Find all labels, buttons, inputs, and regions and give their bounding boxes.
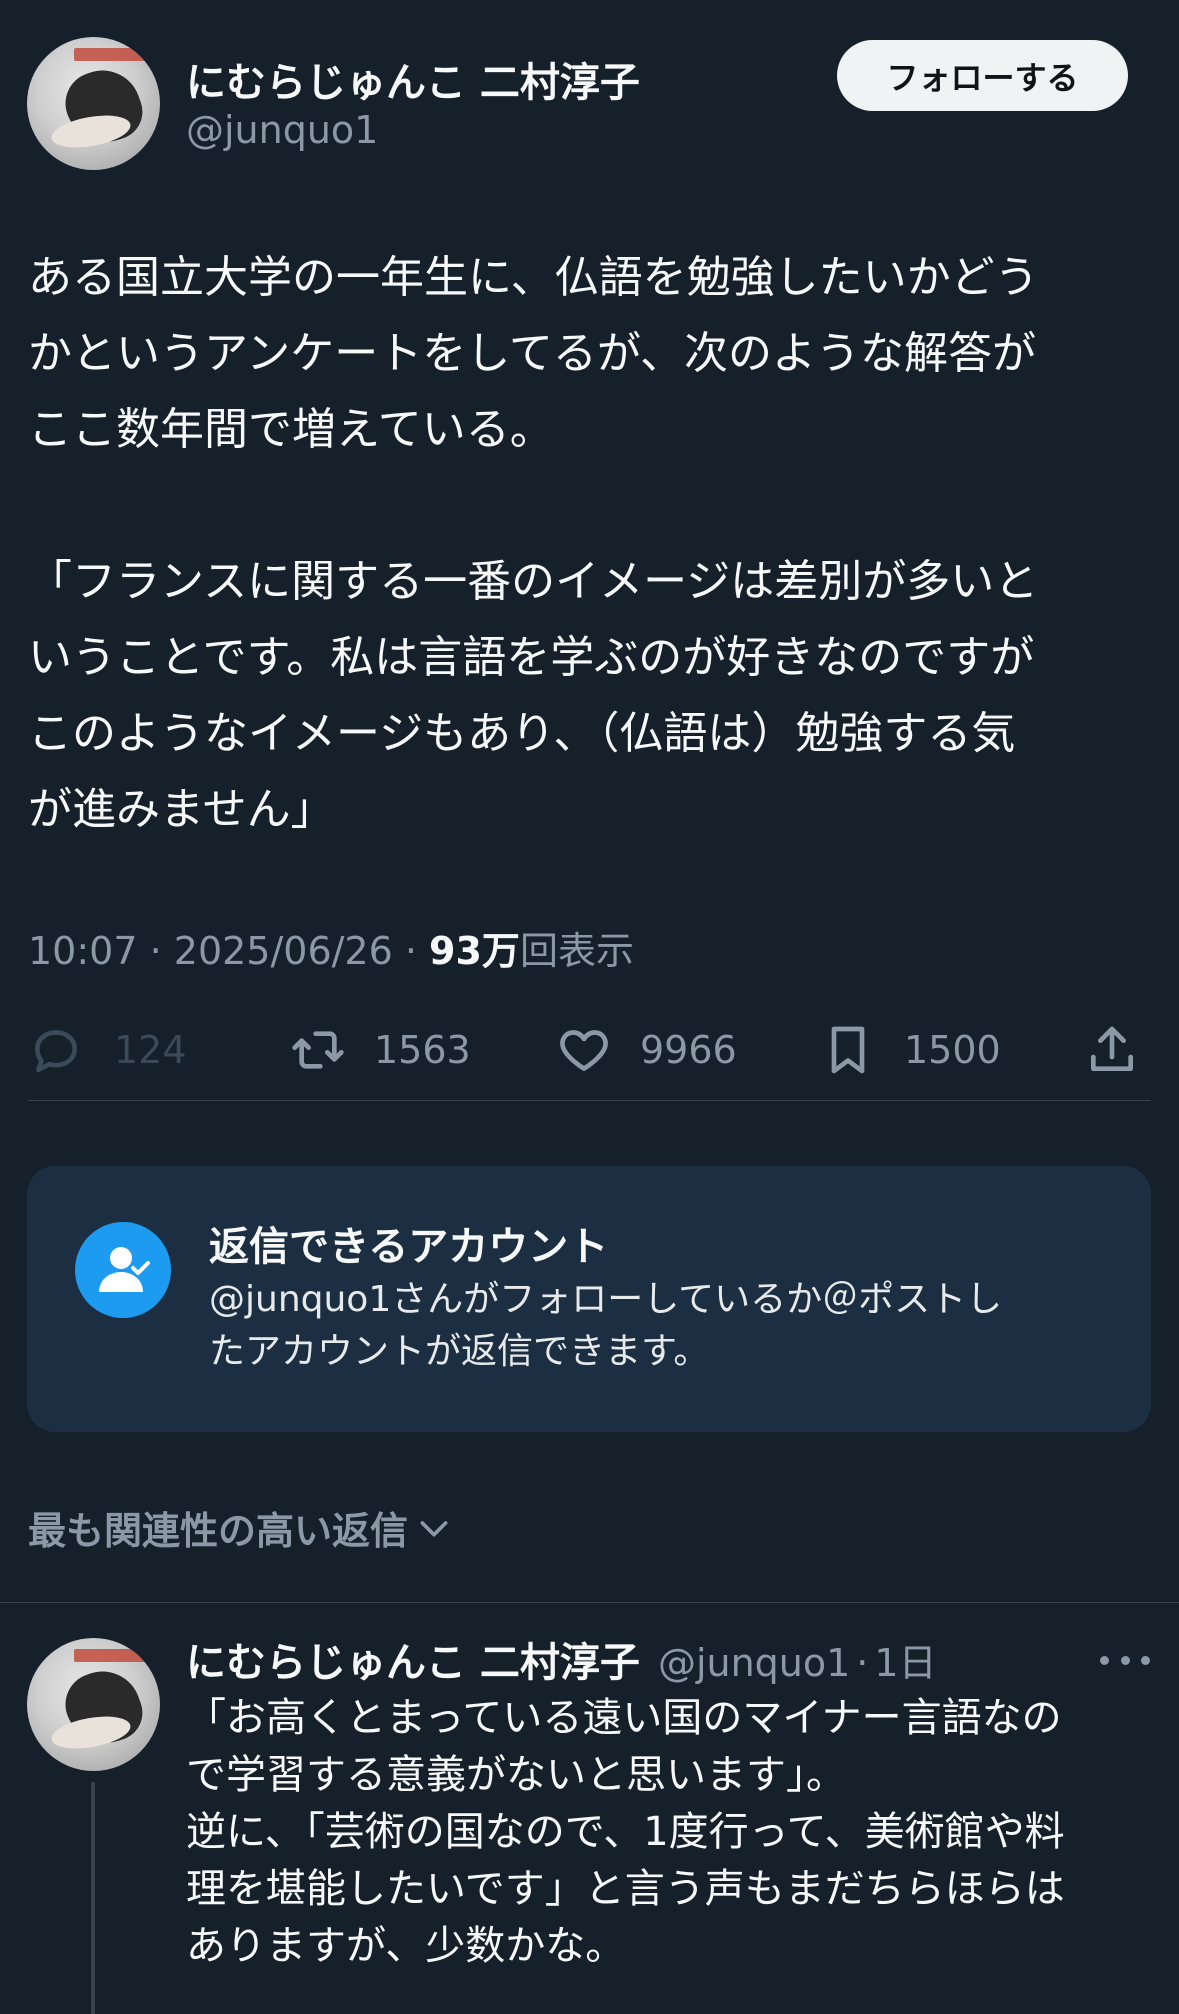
tweet-line: いうことです。私は言語を学ぶのが好きなのですが <box>28 632 1035 683</box>
bookmark-count: 1500 <box>904 1028 1001 1072</box>
view-count[interactable]: 93万 <box>429 929 520 973</box>
tweet-meta: 10:07 · 2025/06/26 · 93万回表示 <box>28 920 634 975</box>
reply-restriction-card: 返信できるアカウント @junquo1さんがフォローしているか＠ポストし たアカ… <box>27 1166 1151 1432</box>
like-count: 9966 <box>640 1028 737 1072</box>
thread-line <box>91 1782 95 2014</box>
reply-author-handle[interactable]: @junquo1 <box>658 1641 850 1685</box>
divider <box>0 1602 1179 1603</box>
avatar-hand <box>49 1711 133 1754</box>
tweet-line: ここ数年間で増えている。 <box>28 404 554 455</box>
reply-restriction-title: 返信できるアカウント <box>209 1224 609 1270</box>
tweet-line: 「フランスに関する一番のイメージは差別が多いと <box>28 556 1039 607</box>
reply-line: ありますが、少数かな。 <box>186 1923 626 1969</box>
chevron-down-icon <box>420 1520 448 1536</box>
retweet-count: 1563 <box>374 1028 471 1072</box>
share-button[interactable] <box>1084 1010 1140 1090</box>
reply-sort-dropdown[interactable]: 最も関連性の高い返信 <box>28 1500 454 1555</box>
tweet-paragraph-gap <box>28 468 1158 544</box>
meta-separator: · <box>137 929 174 973</box>
retweet-button[interactable]: 1563 <box>290 1010 471 1090</box>
reply-line: で学習する意義がないと思います」。 <box>186 1752 846 1798</box>
reply-restriction-line: たアカウントが返信できます。 <box>209 1331 710 1372</box>
author-handle[interactable]: @junquo1 <box>186 108 378 152</box>
avatar-title-band <box>73 47 147 61</box>
reply-icon <box>35 1030 77 1073</box>
like-icon <box>560 1030 608 1071</box>
tweet-text: ある国立大学の一年生に、仏語を勉強したいかどう かというアンケートをしてるが、次… <box>28 240 1158 848</box>
bookmark-icon <box>831 1026 865 1074</box>
reply-line: 逆に、「芸術の国なので、1度行って、美術館や料 <box>186 1809 1065 1855</box>
meta-separator: · <box>392 929 430 973</box>
reply-line: 「お高くとまっている遠い国のマイナー言語なの <box>186 1695 1062 1741</box>
like-button[interactable]: 9966 <box>556 1010 737 1090</box>
avatar-title-band <box>73 1648 147 1662</box>
tweet-line: このようなイメージもあり、（仏語は）勉強する気 <box>28 708 1016 759</box>
divider <box>28 1100 1151 1101</box>
tweet-detail-page: にむらじゅんこ 二村淳子 @junquo1 フォローする ある国立大学の一年生に… <box>0 0 1179 2014</box>
reply-separator: · <box>856 1641 869 1685</box>
reply-sort-label: 最も関連性の高い返信 <box>28 1509 409 1553</box>
avatar-hand <box>49 110 133 153</box>
tweet-actions: 124 1563 9966 1500 <box>0 1010 1179 1090</box>
tweet-date[interactable]: 2025/06/26 <box>174 929 393 973</box>
author-avatar[interactable] <box>27 37 160 170</box>
reply-header: にむらじゅんこ 二村淳子 @junquo1 · 1日 <box>186 1630 937 1688</box>
reply-restriction-line: @junquo1さんがフォローしているか＠ポストし <box>209 1279 1003 1320</box>
share-icon <box>1091 1026 1133 1071</box>
reply-button[interactable]: 124 <box>28 1010 187 1090</box>
reply-count: 124 <box>114 1028 187 1072</box>
reply-author-name[interactable]: にむらじゅんこ 二村淳子 <box>186 1630 640 1688</box>
tweet-line: が進みません」 <box>28 784 335 835</box>
reply-line: 理を堪能したいです」と言う声もまだちらほらは <box>186 1866 1065 1912</box>
reply-timestamp[interactable]: 1日 <box>874 1632 936 1687</box>
retweet-icon <box>292 1031 344 1069</box>
user-check-icon <box>75 1222 171 1318</box>
author-display-name[interactable]: にむらじゅんこ 二村淳子 <box>186 50 640 108</box>
view-count-label[interactable]: 回表示 <box>520 929 634 973</box>
reply-text: 「お高くとまっている遠い国のマイナー言語なの で学習する意義がないと思います」。… <box>186 1690 1161 1975</box>
tweet-line: かというアンケートをしてるが、次のような解答が <box>28 328 1037 379</box>
bookmark-button[interactable]: 1500 <box>820 1010 1001 1090</box>
reply-author-avatar[interactable] <box>27 1638 160 1771</box>
tweet-time[interactable]: 10:07 <box>28 929 138 973</box>
tweet-line: ある国立大学の一年生に、仏語を勉強したいかどう <box>28 252 1039 303</box>
more-options-icon[interactable] <box>1100 1640 1150 1680</box>
reply-restriction-text: @junquo1さんがフォローしているか＠ポストし たアカウントが返信できます。 <box>209 1274 1002 1378</box>
follow-button[interactable]: フォローする <box>837 40 1128 111</box>
